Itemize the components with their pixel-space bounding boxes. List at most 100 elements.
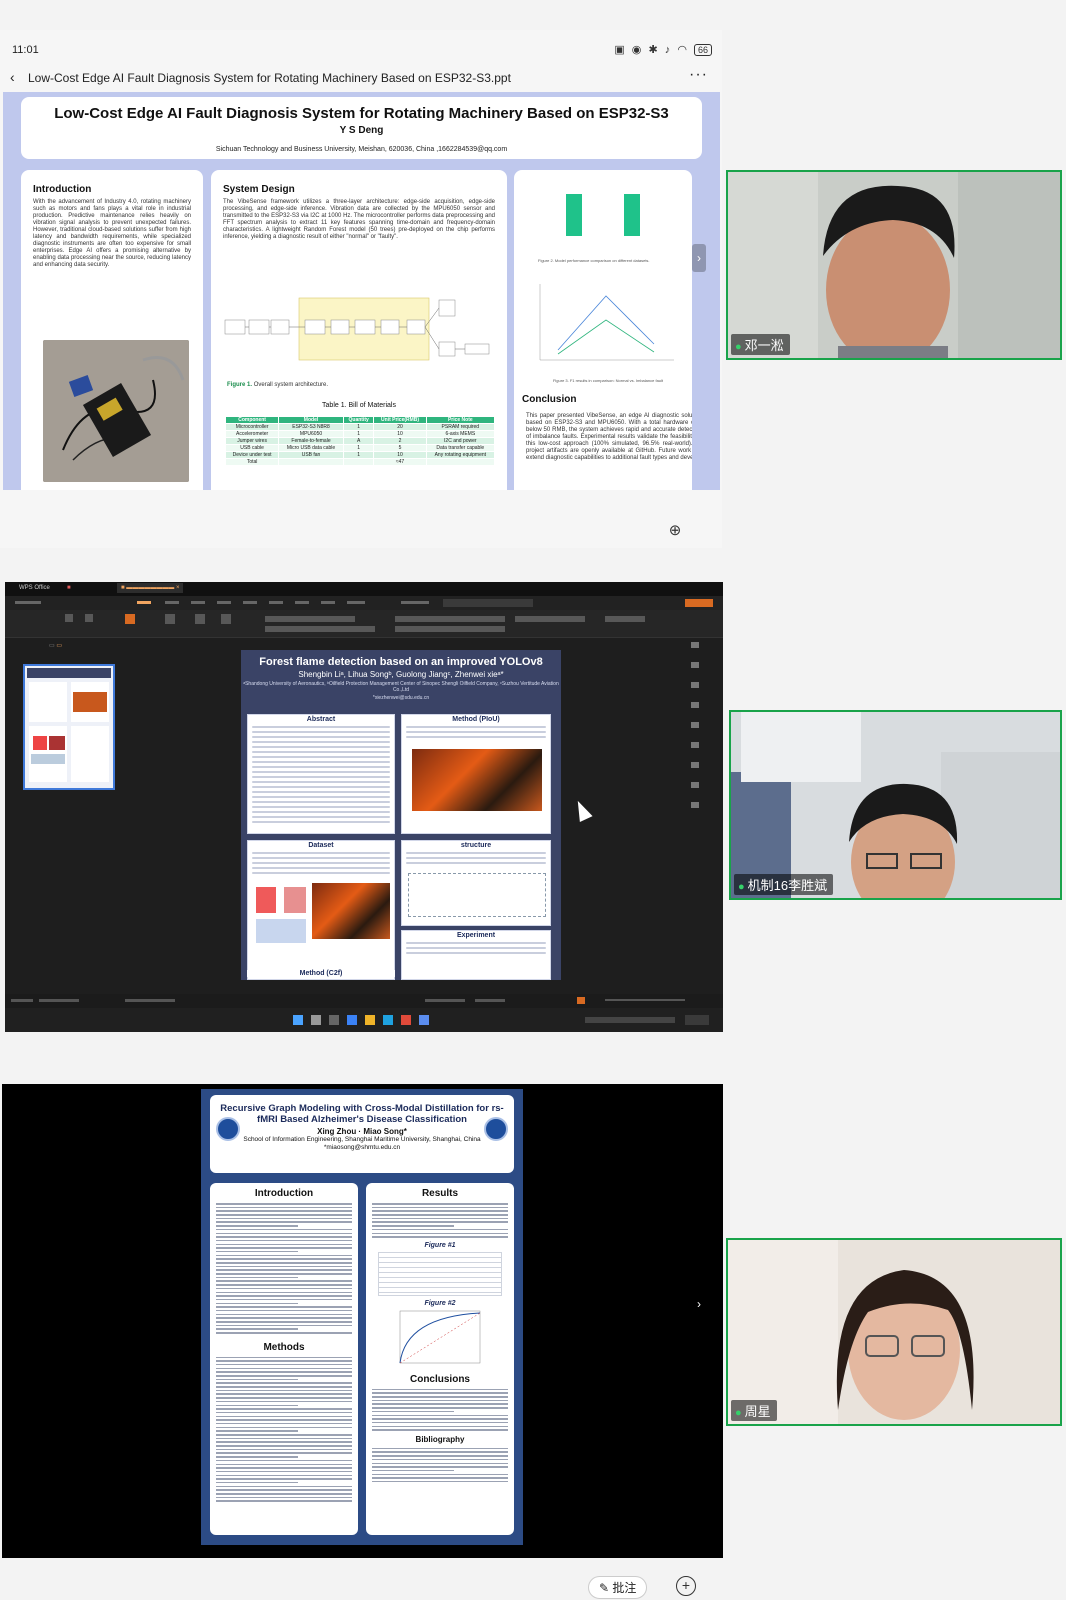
text-line — [372, 1469, 454, 1472]
next-slide-chevron-icon[interactable]: › — [692, 244, 706, 272]
bom-cell: 1 — [342, 423, 375, 431]
shared-ppt-panel: 11:01 ▣ ◉ ✱ ♪ ◠ 66 ‹ Low-Cost Edge AI Fa… — [0, 30, 722, 548]
abstract-box: Abstract — [247, 714, 395, 834]
text-line — [372, 1221, 508, 1223]
bom-cell: Jumper wires — [224, 437, 280, 445]
app-tab-active[interactable]: ■ ▬▬▬▬▬▬▬▬ × — [117, 583, 184, 593]
bom-cell: Data transfer capable — [425, 444, 496, 452]
bom-cell: 10 — [373, 451, 427, 459]
figure-2-label: Figure #2 — [424, 1299, 456, 1307]
menu-bar — [5, 596, 723, 610]
slide-thumbnail[interactable] — [23, 664, 115, 790]
add-icon[interactable]: + — [676, 1576, 696, 1596]
app-status-bar — [5, 994, 723, 1008]
more-options-icon[interactable]: ··· — [689, 66, 708, 84]
text-line — [372, 1410, 454, 1413]
table-row: Total ≈47 — [224, 458, 496, 466]
text-line — [216, 1321, 352, 1323]
annotate-button[interactable]: ✎ 批注 — [588, 1576, 648, 1599]
poster-slide-3[interactable]: Recursive Graph Modeling with Cross-Moda… — [201, 1089, 523, 1545]
text-line — [372, 1206, 508, 1209]
text-line — [216, 1221, 352, 1223]
back-arrow-icon[interactable]: ‹ — [10, 69, 15, 85]
abstract-heading: Abstract — [306, 716, 336, 723]
app-tab-doc[interactable]: ■ — [67, 585, 71, 591]
text-line — [216, 1206, 352, 1209]
text-line — [216, 1411, 352, 1414]
mic-icon: ● — [738, 881, 745, 893]
app-tab-wps[interactable]: WPS Office — [19, 585, 50, 591]
text-line — [216, 1382, 352, 1384]
text-line — [372, 1388, 508, 1391]
battery-icon: 66 — [693, 44, 712, 56]
experiment-box: Experiment — [401, 930, 551, 980]
poster-2-email: *xiezhenwei@sdu.edu.cn — [372, 695, 430, 701]
structure-box: structure — [401, 840, 551, 926]
intro-lines — [216, 1203, 352, 1334]
text-line — [216, 1459, 352, 1462]
video-tile-2[interactable]: ● 机制16李胜斌 — [729, 710, 1062, 900]
poster-slide-2[interactable]: Forest flame detection based on an impro… — [241, 650, 561, 980]
conclusions-heading: Conclusions — [409, 1373, 470, 1385]
text-line — [216, 1481, 298, 1484]
table-row: Device under test USB fan 1 10 Any rotating … — [224, 451, 496, 459]
windows-taskbar — [5, 1008, 723, 1032]
mic-icon: ● — [735, 341, 742, 353]
bluetooth-icon: ✱ — [648, 44, 660, 56]
table-row: Microcontroller ESP32-S3 N8R8 1 20 PSRAM req… — [224, 423, 496, 431]
introduction-heading: Introduction — [254, 1188, 314, 1199]
next-slide-chevron-icon[interactable]: › — [692, 1290, 706, 1318]
text-line — [216, 1496, 352, 1499]
text-line — [216, 1456, 298, 1458]
bom-header-row: Component Model Quantity Unit Price(RMB) Pri… — [224, 416, 496, 424]
zoom-in-icon[interactable]: ⊕ — [664, 520, 686, 542]
method-piou-box: Method (PIoU) — [401, 714, 551, 834]
status-icons: ▣ ◉ ✱ ♪ ◠ 66 — [614, 43, 712, 56]
text-line — [216, 1324, 352, 1327]
poster-2-authors: Shengbin Liᵃ, Lihua Songᵇ, Guolong Jiang… — [298, 670, 504, 679]
poster-3-email: *miaosong@shmtu.edu.cn — [323, 1144, 401, 1151]
text-line — [372, 1421, 508, 1424]
bom-header-cell: Quantity — [342, 416, 375, 424]
poster-slide-1[interactable]: Low-Cost Edge AI Fault Diagnosis System … — [3, 92, 720, 490]
bom-cell: USB cable — [224, 444, 280, 452]
bom-cell — [425, 458, 496, 466]
text-line — [372, 1480, 508, 1483]
video-tile-1[interactable]: ● 邓一淞 — [726, 170, 1062, 360]
text-line — [216, 1371, 352, 1373]
introduction-column: Introduction With the advancement of Ind… — [21, 170, 203, 490]
mic-icon: ● — [735, 1407, 742, 1419]
results-table — [378, 1251, 502, 1296]
figure-3-caption: Figure 3. F1 results in comparison: Norm… — [552, 378, 664, 383]
right-side-toolbar[interactable] — [689, 638, 701, 858]
text-line — [372, 1462, 508, 1464]
series-line-2 — [557, 319, 655, 355]
text-line — [216, 1225, 298, 1227]
poster-3-header: Recursive Graph Modeling with Cross-Moda… — [210, 1095, 514, 1173]
text-line — [372, 1425, 508, 1428]
side-panel-tabs[interactable]: ▭ ▭ — [49, 642, 62, 649]
text-line — [216, 1228, 352, 1231]
bom-cell: 6-axis MEMS — [425, 430, 496, 438]
ribbon-toolbar — [5, 610, 723, 638]
poster-title: Low-Cost Edge AI Fault Diagnosis System … — [54, 105, 669, 122]
bar-1 — [566, 194, 582, 236]
status-time: 11:01 — [12, 44, 39, 56]
dataset-heading: Dataset — [308, 842, 334, 849]
text-line — [216, 1284, 352, 1286]
text-line — [372, 1392, 508, 1394]
table-row: USB cable Micro USB data cable 1 5 Data tran… — [224, 444, 496, 452]
text-line — [372, 1214, 508, 1216]
participant-name-badge: ● 周星 — [731, 1400, 777, 1421]
text-line — [372, 1458, 508, 1461]
text-line — [372, 1407, 508, 1409]
video-tile-3[interactable]: ● 周星 — [726, 1238, 1062, 1426]
text-line — [372, 1447, 508, 1450]
structure-diagram — [408, 873, 546, 917]
bom-cell: Any rotating equipment — [425, 451, 496, 459]
text-line — [216, 1269, 352, 1271]
participant-3-video — [728, 1240, 1060, 1424]
text-line — [216, 1360, 352, 1362]
bom-header-cell: Component — [224, 416, 280, 424]
text-line — [216, 1478, 352, 1480]
